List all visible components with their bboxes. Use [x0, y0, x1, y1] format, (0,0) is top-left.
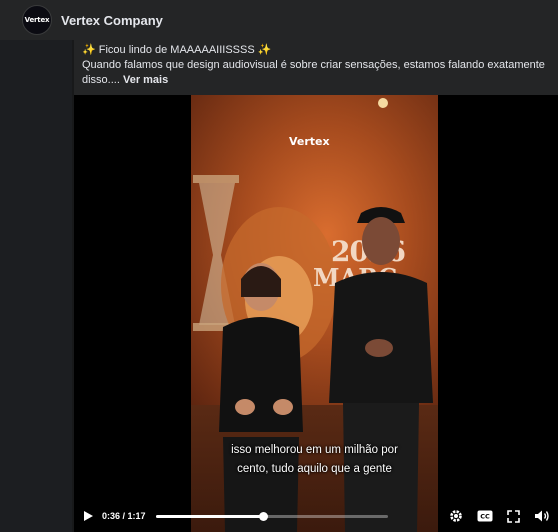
time-separator: / — [120, 511, 128, 521]
person-woman — [219, 263, 303, 532]
headline-text: Ficou lindo de MAAAAAIIISSSS — [95, 44, 258, 56]
avatar-logo-text: Vertex — [24, 16, 50, 24]
caption-headline: ✨ Ficou lindo de MAAAAAIIISSSS ✨ — [82, 43, 550, 58]
play-button[interactable] — [82, 510, 94, 522]
current-time: 0:36 — [102, 511, 121, 521]
person-man — [329, 207, 433, 532]
caption-body: Quando falamos que design audiovisual é … — [82, 58, 550, 88]
fullscreen-button[interactable] — [507, 509, 520, 523]
page-avatar[interactable]: Vertex — [22, 5, 52, 35]
volume-button[interactable] — [534, 509, 550, 523]
subtitle-line: isso melhorou em um milhão por — [231, 444, 398, 456]
settings-button[interactable] — [449, 509, 463, 523]
video-time: 0:36 / 1:17 — [102, 511, 146, 521]
sparkle-emoji: ✨ — [82, 44, 96, 56]
video-player[interactable]: Vertex 2026 MARÇ isso melhorou em um mil… — [74, 95, 558, 532]
post-caption: ✨ Ficou lindo de MAAAAAIIISSSS ✨ Quando … — [74, 40, 558, 95]
captions-icon: CC — [477, 510, 493, 522]
duration: 1:17 — [127, 511, 146, 521]
settings-icon — [450, 510, 462, 522]
captions-button[interactable]: CC — [477, 510, 493, 522]
post-header: Vertex Vertex Company — [0, 0, 558, 40]
progress-bar[interactable] — [155, 511, 388, 521]
progress-fill — [155, 514, 264, 518]
video-controls: 0:36 / 1:17 CC — [74, 500, 558, 532]
see-more-link[interactable]: Ver mais — [123, 74, 168, 86]
screen-logo: Vertex — [289, 135, 330, 148]
page-name[interactable]: Vertex Company — [61, 13, 163, 28]
left-gutter — [0, 40, 72, 532]
sparkle-emoji: ✨ — [257, 44, 272, 56]
control-buttons-right: CC — [449, 509, 550, 523]
video-subtitle: isso melhorou em um milhão por cento, tu… — [191, 441, 438, 479]
fullscreen-icon — [507, 509, 520, 523]
svg-text:CC: CC — [480, 513, 490, 521]
progress-handle[interactable] — [259, 511, 269, 521]
volume-icon — [535, 510, 549, 522]
subtitle-line: cento, tudo aquilo que a gente — [237, 463, 392, 475]
play-icon — [84, 511, 93, 521]
